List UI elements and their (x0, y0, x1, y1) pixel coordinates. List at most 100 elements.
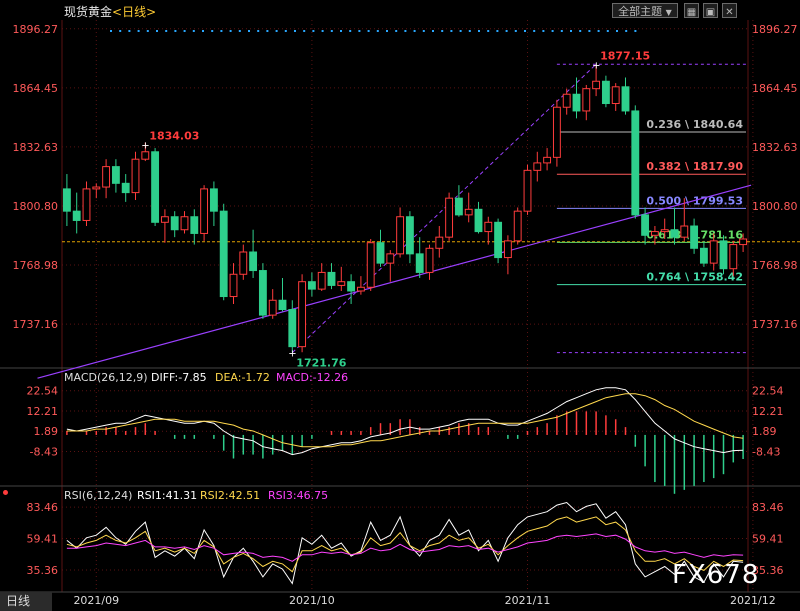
candle-body (82, 188, 91, 221)
signal-dot (505, 30, 508, 32)
macd-tick-left: 12.21 (27, 405, 59, 418)
candle-body (454, 197, 463, 216)
chart-window: 1896.27 1896.27 1864.45 1864.45 1832.63 1832.… (0, 0, 800, 611)
candle-body (347, 281, 356, 292)
signal-dot (257, 30, 260, 32)
rsi-legend-name: RSI(6,12,24) (64, 489, 132, 502)
y-tick-label-left: 1896.27 (13, 23, 59, 36)
close-button[interactable]: ✕ (722, 3, 737, 18)
candle-body (670, 229, 679, 238)
candle-body (552, 106, 561, 158)
signal-dot (560, 30, 563, 32)
candle-body (415, 253, 424, 273)
annotation-marker: + (141, 140, 149, 151)
top-bar: 现货黄金<日线> 全部主题 ▼ ▦ ▣ ✕ (0, 0, 800, 20)
settings-button[interactable]: ▣ (703, 3, 718, 18)
candle-body (337, 281, 346, 286)
signal-dot (349, 30, 352, 32)
candle-body (151, 151, 160, 223)
macd-tick-right: 22.54 (752, 385, 784, 398)
macd-legend-name: MACD(26,12,9) (64, 371, 148, 384)
candle-body (72, 210, 81, 221)
signal-dot (404, 30, 407, 32)
signal-dot (303, 30, 306, 32)
candle-body (170, 216, 179, 231)
candle-body (376, 242, 385, 264)
signal-dot (459, 30, 462, 32)
candle-body (435, 236, 444, 249)
candle-body (474, 208, 483, 233)
signal-dot (294, 30, 296, 32)
y-tick-label-left: 1832.63 (13, 141, 59, 154)
signal-dot (183, 30, 186, 32)
rsi-legend-3: RSI3:46.75 (268, 489, 328, 502)
rsi-tick-left: 59.41 (27, 533, 59, 546)
rsi-tick-right: 59.41 (752, 533, 784, 546)
y-tick-label-right: 1737.16 (752, 318, 798, 331)
candle-body (699, 247, 708, 264)
candle-body (650, 231, 659, 236)
signal-dot (211, 30, 214, 32)
candle-body (92, 186, 101, 190)
fib-level-label: 0.236 \ 1840.64 (646, 118, 743, 131)
candle-body (62, 188, 71, 212)
y-tick-label-left: 1737.16 (13, 318, 59, 331)
signal-dot (588, 30, 591, 32)
candle-body (523, 169, 532, 212)
candle-body (239, 251, 248, 275)
signal-dot (165, 30, 168, 32)
close-icon: ✕ (725, 7, 734, 18)
candle-body (582, 88, 591, 112)
candle-body (209, 188, 218, 212)
signal-dot (616, 30, 618, 32)
indicator-marker-icon (3, 490, 8, 495)
macd-legend-diff: DIFF:-7.85 (151, 371, 207, 384)
layout-button[interactable]: ▦ (684, 3, 699, 18)
signal-dot (634, 30, 637, 32)
y-tick-label-right: 1896.27 (752, 23, 798, 36)
signal-dot (284, 30, 287, 32)
signal-dot (468, 30, 471, 32)
signal-dot (441, 30, 444, 32)
candle-body (307, 281, 316, 290)
period-label[interactable]: <日线> (112, 5, 156, 19)
signal-dot (625, 30, 628, 32)
signal-dot (386, 30, 388, 32)
candle-body (709, 240, 718, 264)
candle-body (111, 166, 120, 184)
signal-dot (450, 30, 453, 32)
candle-body (680, 225, 689, 238)
y-tick-label-left: 1768.98 (13, 259, 59, 272)
candle-body (719, 240, 728, 270)
candle-body (660, 229, 669, 233)
y-tick-label-left: 1800.80 (13, 200, 59, 213)
theme-dropdown[interactable]: 全部主题 ▼ (612, 3, 678, 18)
macd-tick-left: 1.89 (34, 425, 59, 438)
signal-dot (542, 30, 545, 32)
macd-diff-line (66, 387, 744, 456)
macd-legend-dea: DEA:-1.72 (215, 371, 270, 384)
watermark: FX678 (672, 560, 760, 590)
y-tick-label-right: 1768.98 (752, 259, 798, 272)
macd-tick-left: -8.43 (30, 445, 58, 458)
settings-icon: ▣ (705, 7, 716, 18)
macd-legend-macd: MACD:-12.26 (276, 371, 348, 384)
candle-body (543, 156, 552, 164)
signal-dot (229, 30, 232, 32)
candle-body (298, 281, 307, 348)
candle-body (621, 86, 630, 112)
signal-dot (376, 30, 379, 32)
price-annotation: 1834.03 (149, 129, 199, 142)
chart-canvas[interactable]: 1896.27 1896.27 1864.45 1864.45 1832.63 1832.… (0, 0, 800, 611)
period-tab[interactable]: 日线 (0, 592, 52, 611)
rsi-tick-left: 35.36 (27, 564, 59, 577)
candle-body (592, 80, 601, 90)
candle-body (131, 158, 140, 194)
candle-body (219, 210, 228, 298)
fib-level-label: 0.764 \ 1758.42 (646, 271, 743, 284)
signal-dot (110, 30, 112, 32)
rsi-tick-right: 83.46 (752, 501, 784, 514)
macd-tick-right: -8.43 (752, 445, 780, 458)
candle-body (396, 216, 405, 255)
price-annotation: 1721.76 (296, 357, 346, 370)
